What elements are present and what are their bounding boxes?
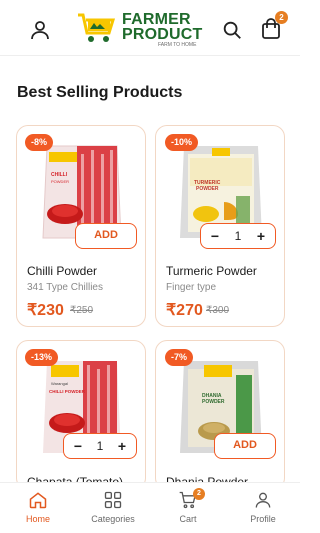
section-title: Best Selling Products (17, 84, 183, 101)
nav-item-home[interactable]: Home (3, 490, 73, 524)
svg-text:CHILLI POWDER: CHILLI POWDER (49, 389, 86, 394)
brand-logo[interactable]: FARMER PRODUCT FARM TO HOME (76, 8, 216, 48)
home-icon (29, 492, 47, 509)
product-subtitle: 341 Type Chillies (27, 282, 103, 293)
discount-badge: -8% (25, 134, 54, 151)
svg-text:Warangal: Warangal (51, 381, 68, 386)
product-name: Turmeric Powder (166, 264, 257, 278)
product-card[interactable]: -7% DHANIA POWDER ADD Dhania Powder (155, 340, 285, 490)
logo-cart-icon (78, 13, 116, 42)
svg-text:POWDER: POWDER (202, 399, 225, 405)
quantity-stepper[interactable]: − 1 + (63, 433, 137, 459)
discount-badge: -13% (25, 349, 59, 366)
product-name: Chilli Powder (27, 264, 98, 278)
quantity-value: 1 (234, 229, 242, 243)
svg-text:POWDER: POWDER (51, 179, 69, 184)
product-mrp: ₹300 (206, 305, 230, 316)
nav-label-home: Home (25, 514, 50, 524)
product-price: ₹230 (27, 302, 64, 319)
profile-icon (255, 492, 271, 508)
product-mrp: ₹250 (70, 305, 94, 316)
nav-item-profile[interactable]: Profile (228, 490, 298, 524)
increase-quantity-button[interactable]: + (116, 438, 128, 454)
quantity-value: 1 (96, 439, 104, 453)
quantity-stepper[interactable]: − 1 + (200, 223, 276, 249)
add-to-cart-button[interactable]: ADD (214, 433, 276, 459)
bottom-navigation: Home Categories Cart 2 Profile (0, 482, 300, 533)
product-card[interactable]: -10% TURMERIC POWDER − 1 + Turmeric Powd… (155, 125, 285, 327)
user-icon[interactable] (28, 18, 52, 42)
svg-text:POWDER: POWDER (196, 186, 219, 192)
discount-badge: -7% (165, 349, 194, 366)
decrease-quantity-button[interactable]: − (209, 228, 221, 244)
nav-item-cart[interactable]: Cart (153, 490, 223, 524)
nav-item-categories[interactable]: Categories (78, 490, 148, 524)
cart-nav-badge: 2 (193, 488, 205, 500)
increase-quantity-button[interactable]: + (255, 228, 267, 244)
product-subtitle: Finger type (166, 282, 217, 293)
brand-tagline: FARM TO HOME (158, 42, 197, 48)
product-price: ₹270 (166, 302, 203, 319)
search-icon[interactable] (221, 19, 243, 41)
nav-label-profile: Profile (250, 514, 276, 524)
cart-count-badge: 2 (275, 11, 288, 24)
grid-icon (104, 491, 122, 509)
svg-text:CHILLI: CHILLI (51, 172, 68, 178)
nav-label-categories: Categories (91, 514, 135, 524)
discount-badge: -10% (165, 134, 199, 151)
decrease-quantity-button[interactable]: − (72, 438, 84, 454)
app-header: FARMER PRODUCT FARM TO HOME 2 (0, 0, 300, 56)
nav-label-cart: Cart (179, 514, 197, 524)
product-card[interactable]: -8% CHILLI POWDER ADD Chilli Powder 341 … (16, 125, 146, 327)
add-to-cart-button[interactable]: ADD (75, 223, 137, 249)
product-card[interactable]: -13% Warangal CHILLI POWDER − 1 + Chapat… (16, 340, 146, 490)
